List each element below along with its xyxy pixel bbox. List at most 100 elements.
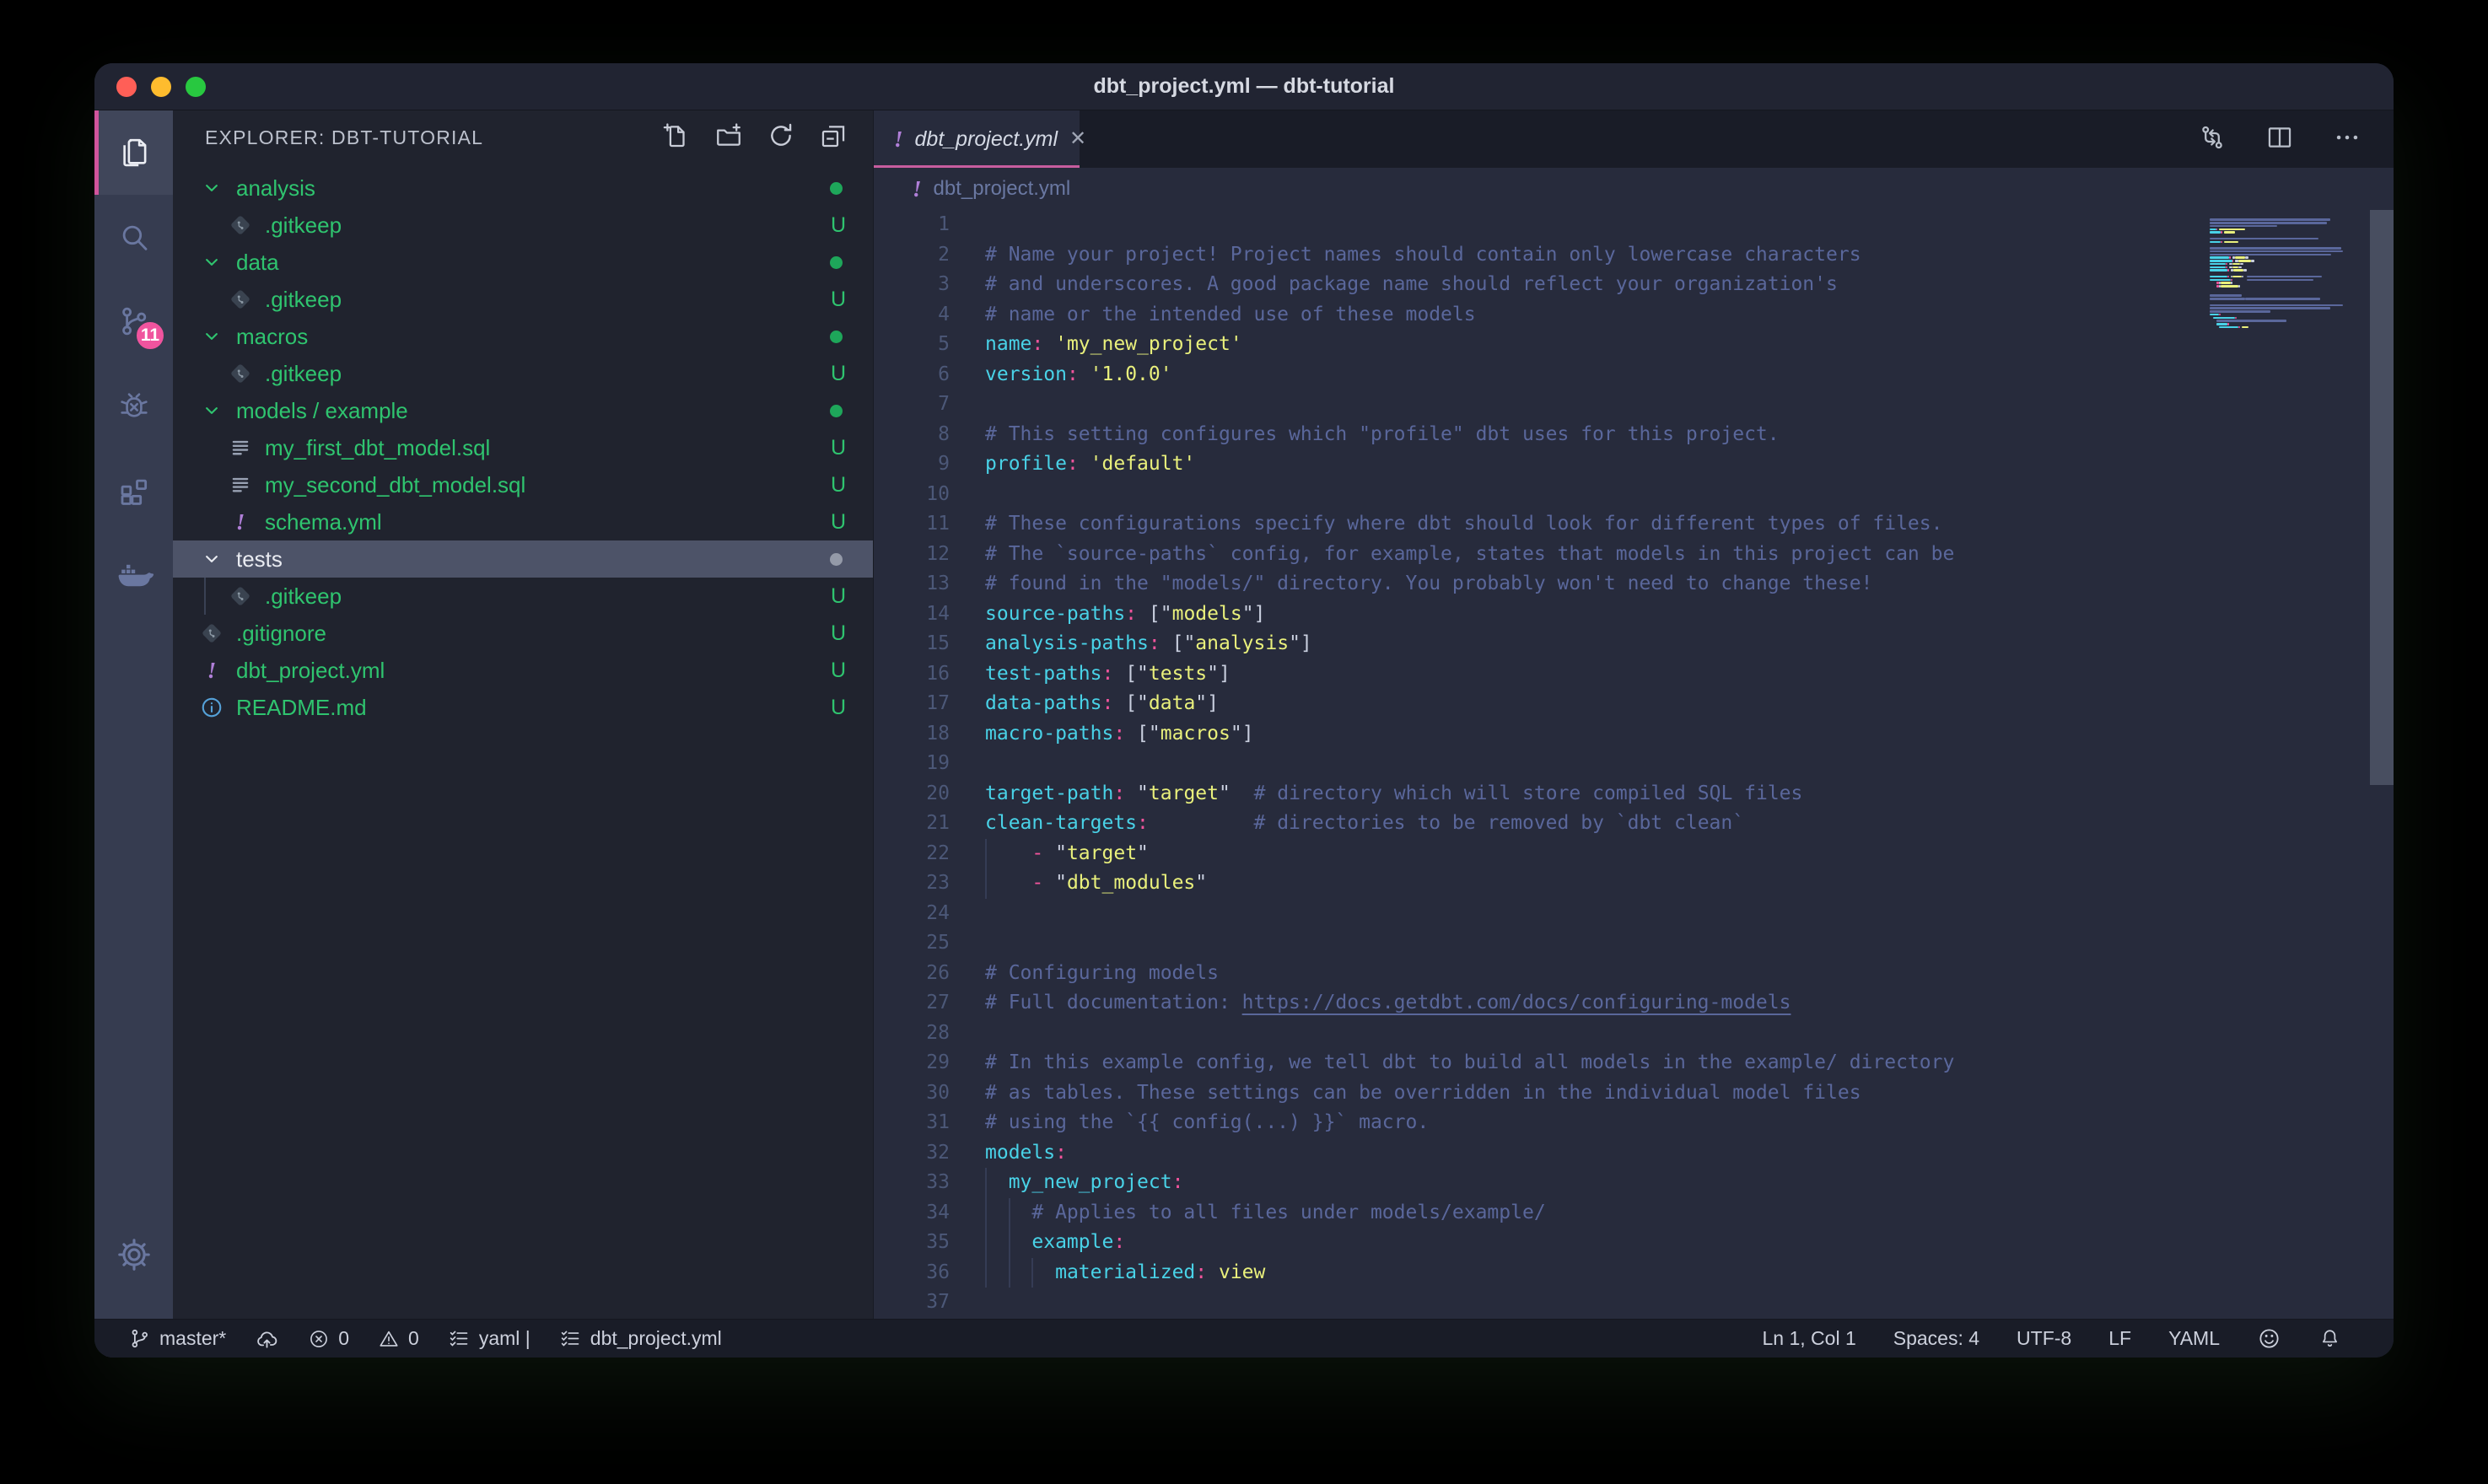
tree-item-gitignore[interactable]: .gitignoreU	[173, 615, 873, 652]
activity-bar-docker[interactable]	[94, 532, 173, 616]
file-name: macros	[236, 324, 308, 350]
status-branch[interactable]: master*	[128, 1327, 226, 1350]
minimap-bar	[2216, 323, 2227, 325]
minimap-bar	[2213, 317, 2236, 319]
minimap-bar	[2210, 307, 2330, 309]
tree-item-schema-yml[interactable]: !schema.ymlU	[173, 503, 873, 540]
status-bar-right: Ln 1, Col 1 Spaces: 4 UTF-8 LF YAML	[1763, 1326, 2342, 1351]
file-name: data	[236, 250, 279, 276]
activity-bar-explorer[interactable]	[94, 110, 173, 195]
code-token: 'my_new_project'	[1055, 333, 1242, 355]
code-token: # Applies to all files under models/exam…	[1031, 1202, 1545, 1223]
status-language-mode[interactable]: YAML	[2168, 1327, 2220, 1350]
editor-scrollbar[interactable]	[2370, 210, 2394, 785]
tree-item-my-second-dbt-model-sql[interactable]: my_second_dbt_model.sqlU	[173, 466, 873, 503]
tree-item-readme-md[interactable]: README.mdU	[173, 689, 873, 726]
file-name: models / example	[236, 398, 408, 424]
file-name: README.md	[236, 695, 367, 721]
line-number: 12	[874, 540, 950, 570]
activity-bar-extensions[interactable]	[94, 448, 173, 532]
activity-bar-debug[interactable]	[94, 363, 173, 448]
tree-item-macros[interactable]: macros	[173, 318, 873, 355]
new-folder-button[interactable]	[714, 121, 743, 154]
tree-item-models-example[interactable]: models / example	[173, 392, 873, 429]
code-token: "]	[1242, 603, 1266, 625]
status-yaml-file[interactable]: dbt_project.yml	[559, 1327, 722, 1350]
indent-guide	[985, 839, 987, 869]
activity-bar-settings[interactable]	[94, 1212, 173, 1297]
file-name: my_second_dbt_model.sql	[265, 472, 525, 498]
code-token: target-path	[985, 782, 1113, 804]
code-token: # These configurations specify where dbt…	[985, 513, 1942, 535]
status-indentation[interactable]: Spaces: 4	[1893, 1327, 1979, 1350]
minimap-bar	[2210, 310, 2270, 312]
open-changes-button[interactable]	[2198, 123, 2227, 156]
tree-item-dbt-project-yml[interactable]: !dbt_project.ymlU	[173, 652, 873, 689]
line-number: 23	[874, 868, 950, 899]
activity-bar-search[interactable]	[94, 195, 173, 279]
refresh-button[interactable]	[767, 121, 795, 154]
chevron-down-icon	[198, 325, 225, 348]
code-line: 10	[874, 480, 2394, 510]
status-label: Ln 1, Col 1	[1763, 1327, 1856, 1350]
explorer-icon	[116, 135, 152, 170]
split-editor-button[interactable]	[2265, 123, 2294, 156]
status-encoding[interactable]: UTF-8	[2017, 1327, 2071, 1350]
status-sync[interactable]	[255, 1326, 279, 1351]
status-label: Spaces: 4	[1893, 1327, 1979, 1350]
minimap-bar	[2221, 282, 2230, 283]
close-tab-icon[interactable]: ✕	[1069, 129, 1086, 149]
code-line: 21clean-targets: # directories to be rem…	[874, 809, 2394, 839]
close-window-button[interactable]	[116, 77, 137, 97]
tree-item-gitkeep[interactable]: .gitkeepU	[173, 207, 873, 244]
minimize-window-button[interactable]	[151, 77, 171, 97]
status-eol[interactable]: LF	[2108, 1327, 2131, 1350]
chevron-down-icon	[198, 176, 225, 200]
maximize-window-button[interactable]	[186, 77, 206, 97]
vscode-window: dbt_project.yml — dbt-tutorial 11 EXPLOR…	[94, 63, 2394, 1358]
line-number: 28	[874, 1019, 950, 1049]
code-token: :	[1113, 723, 1125, 745]
tree-item-analysis[interactable]: analysis	[173, 169, 873, 207]
tree-item-gitkeep[interactable]: .gitkeepU	[173, 578, 873, 615]
collapse-all-button[interactable]	[819, 121, 848, 154]
tree-item-data[interactable]: data	[173, 244, 873, 281]
tree-item-gitkeep[interactable]: .gitkeepU	[173, 281, 873, 318]
status-errors[interactable]: 0	[308, 1327, 349, 1350]
tree-item-my-first-dbt-model-sql[interactable]: my_first_dbt_model.sqlU	[173, 429, 873, 466]
code-token: macro-paths	[985, 723, 1113, 745]
git-status-badge: U	[831, 288, 846, 312]
folder-changes-dot	[830, 182, 843, 195]
activity-bar-source-control[interactable]: 11	[94, 279, 173, 363]
more-actions-button[interactable]	[2333, 123, 2361, 156]
tree-item-tests[interactable]: tests	[173, 540, 873, 578]
code-token: version	[985, 363, 1067, 385]
code-line: 28	[874, 1019, 2394, 1049]
line-number: 10	[874, 480, 950, 510]
code-token: # directory which will store compiled SQ…	[1254, 782, 1803, 804]
indent-guide	[1031, 1258, 1033, 1288]
new-file-button[interactable]	[662, 121, 691, 154]
code-token: # found in the "models/" directory. You …	[985, 573, 1872, 594]
status-notifications[interactable]	[2318, 1327, 2341, 1350]
code-area[interactable]: 12# Name your project! Project names sho…	[874, 210, 2394, 1319]
minimap-bar	[2210, 314, 2219, 315]
error-icon	[308, 1328, 330, 1350]
minimap[interactable]	[2210, 215, 2353, 332]
status-feedback[interactable]	[2257, 1326, 2281, 1351]
code-token	[1113, 663, 1125, 685]
status-yaml-schema[interactable]: yaml |	[448, 1327, 530, 1350]
git-file-icon	[227, 212, 254, 238]
line-number: 25	[874, 928, 950, 959]
folder-changes-dot	[830, 405, 843, 417]
line-number: 5	[874, 330, 950, 360]
breadcrumb[interactable]: ! dbt_project.yml	[874, 168, 2394, 210]
minimap-bar	[2210, 294, 2242, 296]
minimap-bar	[2224, 231, 2235, 233]
tab-dbt-project-yml[interactable]: ! dbt_project.yml ✕	[874, 110, 1080, 168]
tree-item-gitkeep[interactable]: .gitkeepU	[173, 355, 873, 392]
info-file-icon	[198, 695, 225, 720]
status-cursor-position[interactable]: Ln 1, Col 1	[1763, 1327, 1856, 1350]
git-status-badge: U	[831, 213, 846, 238]
status-warnings[interactable]: 0	[378, 1327, 419, 1350]
